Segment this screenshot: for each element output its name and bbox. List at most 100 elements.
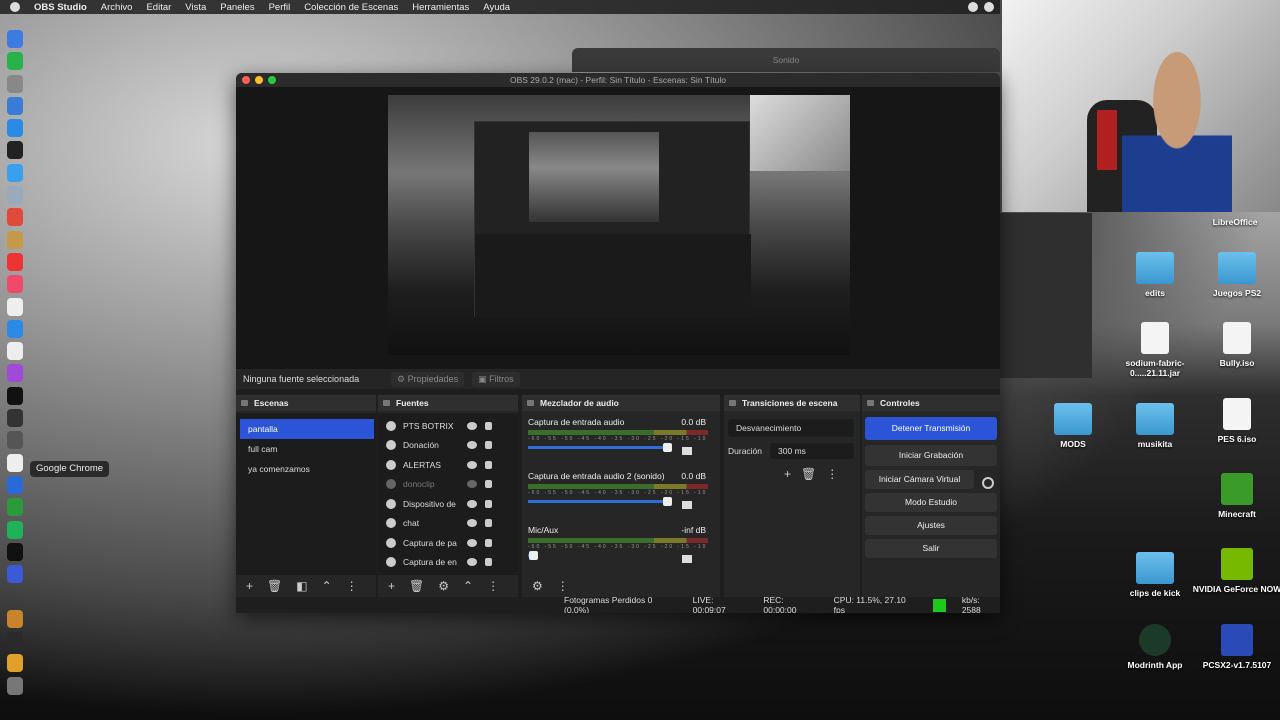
background-window-titlebar[interactable]: Sonido [572,48,1000,72]
lock-icon[interactable] [485,519,492,528]
scene-item[interactable]: full cam [240,439,374,459]
source-item[interactable]: Dispositivo de [378,494,518,514]
desktop-icon-pcsx2[interactable]: PCSX2-v1.7.5107 [1192,624,1280,670]
source-item[interactable]: PTS BOTRIX [378,416,518,436]
source-item[interactable]: ALERTAS [378,455,518,475]
discord-icon[interactable] [7,163,23,182]
desktop-icon-edits[interactable]: edits [1110,252,1200,298]
preview-icon[interactable] [7,186,23,205]
app-store-icon[interactable] [7,319,23,338]
scene-item[interactable]: ya comenzamos [240,459,374,479]
add-source-icon[interactable]: + [388,579,395,593]
duration-input[interactable]: 300 ms [770,443,854,459]
scene-item[interactable]: pantalla [240,419,374,439]
move-scene-up-icon[interactable]: ⌃ [322,579,332,593]
move-source-up-icon[interactable]: ⌃ [463,579,473,593]
lock-icon[interactable] [485,480,492,489]
start-recording-button[interactable]: Iniciar Grabación [865,445,997,466]
settings-button[interactable]: Ajustes [865,516,997,535]
volume-slider[interactable] [528,551,538,560]
desktop-icon-nvidia[interactable]: NVIDIA GeForce NOW [1192,548,1280,594]
menu-paneles[interactable]: Paneles [220,2,254,13]
dropbox-icon[interactable] [7,475,23,494]
photos-icon[interactable] [7,208,23,227]
zoom-window-icon[interactable] [268,76,276,84]
lock-icon[interactable] [485,499,492,508]
source-item[interactable]: Captura de pa [378,533,518,553]
system-settings-icon[interactable] [7,431,23,450]
menu-editar[interactable]: Editar [146,2,171,13]
visibility-eye-icon[interactable] [467,499,477,508]
launchpad-icon[interactable] [7,74,23,93]
desktop-icon-sodium[interactable]: sodium-fabric-0.....21.11.jar [1110,322,1200,378]
exit-button[interactable]: Salir [865,539,997,558]
trash-icon[interactable] [7,676,23,695]
desktop-icon-clips-de-kick[interactable]: clips de kick [1110,552,1200,598]
menu-herramientas[interactable]: Herramientas [412,2,469,13]
speaker-icon[interactable] [682,447,692,455]
speaker-icon[interactable] [682,501,692,509]
menu-vista[interactable]: Vista [185,2,206,13]
volume-slider[interactable] [528,443,672,452]
lock-icon[interactable] [485,460,492,469]
desktop-icon-mods[interactable]: MODS [1028,403,1118,449]
notes-icon[interactable] [7,230,23,249]
pcsx2-dock-icon[interactable] [7,565,23,584]
close-window-icon[interactable] [242,76,250,84]
visibility-eye-icon[interactable] [467,460,477,469]
visibility-hidden-icon[interactable] [467,480,477,489]
finder-icon[interactable] [7,30,23,48]
source-item[interactable]: Captura de en [378,553,518,573]
stack-icon[interactable] [7,609,23,628]
lock-icon[interactable] [485,421,492,430]
volume-slider[interactable] [528,497,672,506]
visibility-eye-icon[interactable] [467,519,477,528]
music-icon[interactable] [7,275,23,294]
mixer-menu-icon[interactable]: ⋮ [557,579,569,593]
remove-scene-icon[interactable]: 🗑 [267,579,282,593]
add-scene-icon[interactable]: + [246,579,253,593]
desktop-icon-juegos-ps2[interactable]: Juegos PS2 [1192,252,1280,298]
source-item[interactable]: chat [378,514,518,534]
desktop-icon-minecraft[interactable]: Minecraft [1192,473,1280,519]
obs-titlebar[interactable]: OBS 29.0.2 (mac) - Perfil: Sin Título - … [236,73,1000,87]
xcode-icon[interactable] [7,96,23,115]
scene-filters-icon[interactable]: ◧ [296,579,307,593]
start-virtual-camera-button[interactable]: Iniciar Cámara Virtual [865,470,974,489]
minimize-window-icon[interactable] [255,76,263,84]
stop-streaming-button[interactable]: Detener Transmisión [865,417,997,440]
menu-archivo[interactable]: Archivo [101,2,133,13]
lock-icon[interactable] [485,538,492,547]
chrome-icon[interactable] [7,453,23,472]
transition-menu-icon[interactable]: ⋮ [826,467,838,481]
desktop-icon-musikita[interactable]: musikita [1110,403,1200,449]
remove-transition-icon[interactable]: 🗑 [801,467,816,481]
lock-icon[interactable] [485,558,492,567]
menu-ayuda[interactable]: Ayuda [483,2,510,13]
visibility-eye-icon[interactable] [467,421,477,430]
remove-source-icon[interactable]: 🗑 [409,579,424,593]
desktop-icon-pes6[interactable]: PES 6.iso [1192,398,1280,444]
nvidia-dock-icon[interactable] [7,520,23,539]
visibility-eye-icon[interactable] [467,538,477,547]
scene-menu-icon[interactable]: ⋮ [346,579,358,593]
textedit-icon[interactable] [7,297,23,316]
filters-button[interactable]: ▣ Filtros [472,371,520,387]
program-preview[interactable] [388,95,850,355]
desktop-icon-modrinth[interactable]: Modrinth App [1110,624,1200,670]
menu-app-name[interactable]: OBS Studio [34,2,87,13]
transition-select[interactable]: Desvanecimiento [728,419,854,437]
visibility-eye-icon[interactable] [467,441,477,450]
desktop-icon-bully[interactable]: Bully.iso [1192,322,1280,368]
safari-icon[interactable] [7,119,23,138]
speaker-icon[interactable] [682,555,692,563]
messages-icon[interactable] [7,52,23,71]
obs-icon[interactable] [7,409,23,428]
lock-icon[interactable] [485,441,492,450]
control-center-icon[interactable] [984,2,994,12]
visibility-eye-icon[interactable] [467,558,477,567]
terminal-icon[interactable] [7,141,23,160]
apple-tv-icon[interactable] [7,386,23,405]
pages-icon[interactable] [7,342,23,361]
minecraft-dock-icon[interactable] [7,498,23,517]
